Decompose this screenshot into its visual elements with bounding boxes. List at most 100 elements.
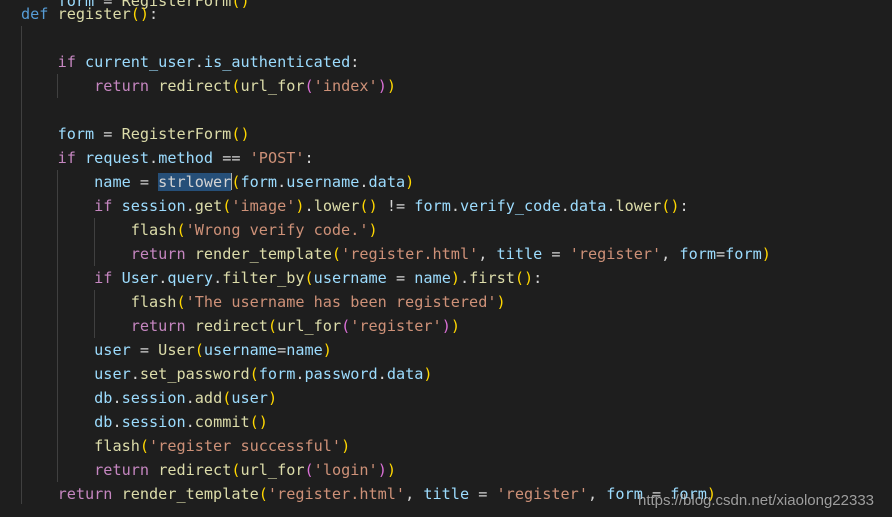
code-line[interactable]: return redirect(url_for('login')) bbox=[21, 458, 396, 482]
code-token: ) bbox=[341, 437, 351, 455]
code-token: () bbox=[661, 197, 680, 215]
code-token: . bbox=[295, 365, 305, 383]
code-token: lower bbox=[615, 197, 662, 215]
code-token: ( bbox=[139, 437, 150, 455]
code-token: 'register' bbox=[350, 317, 442, 335]
code-token: ) bbox=[423, 365, 433, 383]
code-token: () bbox=[359, 197, 378, 215]
code-line[interactable]: return render_template('register.html', … bbox=[21, 242, 771, 266]
code-token: 'register.html' bbox=[341, 245, 479, 263]
code-line[interactable]: user.set_password(form.password.data) bbox=[21, 362, 433, 386]
code-token: , bbox=[661, 245, 680, 263]
code-token: ) bbox=[761, 245, 771, 263]
code-token: ( bbox=[304, 269, 314, 287]
code-token: 'register' bbox=[569, 245, 662, 263]
code-line[interactable]: return render_template('register.html', … bbox=[21, 482, 716, 506]
code-token: user bbox=[231, 389, 268, 407]
code-token: : bbox=[149, 5, 159, 23]
code-token: title bbox=[496, 245, 543, 263]
code-token: = bbox=[542, 245, 570, 263]
code-token: data bbox=[569, 197, 607, 215]
code-token: 'Wrong verify code.' bbox=[185, 221, 369, 239]
code-token: db bbox=[94, 389, 113, 407]
code-editor[interactable]: form = RegisterForm() def register(): if … bbox=[0, 0, 892, 517]
code-token: , bbox=[587, 485, 607, 503]
code-line[interactable]: if session.get('image').lower() != form.… bbox=[21, 194, 689, 218]
code-token: first bbox=[469, 269, 515, 287]
code-token: = bbox=[277, 341, 287, 359]
code-line[interactable]: if request.method == 'POST': bbox=[21, 146, 314, 170]
code-token: ) bbox=[377, 77, 387, 95]
code-token: return bbox=[130, 317, 186, 335]
code-token: if bbox=[57, 149, 76, 167]
code-token: . bbox=[460, 269, 470, 287]
code-token: ) bbox=[450, 269, 460, 287]
code-token: ) bbox=[377, 461, 387, 479]
indent-guide bbox=[57, 170, 58, 482]
code-token: db bbox=[94, 413, 113, 431]
code-token: name bbox=[94, 173, 131, 191]
code-token: . bbox=[112, 413, 122, 431]
code-line[interactable]: if User.query.filter_by(username = name)… bbox=[21, 266, 542, 290]
code-line[interactable]: form = RegisterForm() bbox=[21, 122, 250, 146]
code-token: form bbox=[606, 485, 643, 503]
code-token: : bbox=[533, 269, 543, 287]
code-token: form bbox=[57, 125, 95, 143]
code-token: username bbox=[203, 341, 278, 359]
code-token: commit bbox=[194, 413, 250, 431]
code-token: method bbox=[158, 149, 214, 167]
code-token: . bbox=[185, 389, 195, 407]
code-token: current_user bbox=[85, 53, 195, 71]
code-token: . bbox=[185, 413, 195, 431]
code-token: . bbox=[130, 365, 140, 383]
code-token: ( bbox=[258, 485, 268, 503]
code-token: form bbox=[258, 365, 296, 383]
code-line[interactable]: db.session.commit() bbox=[21, 410, 268, 434]
code-token: . bbox=[185, 197, 195, 215]
code-token: form bbox=[679, 245, 716, 263]
code-token: 'POST' bbox=[249, 149, 305, 167]
code-token: redirect bbox=[158, 461, 232, 479]
code-token: = bbox=[130, 173, 159, 191]
code-line[interactable]: def register(): bbox=[21, 2, 158, 26]
code-line[interactable]: db.session.add(user) bbox=[21, 386, 277, 410]
selected-text[interactable]: strlower bbox=[158, 173, 232, 191]
code-token: session bbox=[121, 197, 186, 215]
code-token: ) bbox=[450, 317, 460, 335]
code-token: ( bbox=[331, 245, 342, 263]
code-line[interactable]: return redirect(url_for('register')) bbox=[21, 314, 460, 338]
code-token: redirect bbox=[194, 317, 268, 335]
code-token: : bbox=[679, 197, 689, 215]
code-text-area[interactable]: form = RegisterForm() def register(): if … bbox=[0, 0, 892, 517]
code-token: data bbox=[386, 365, 424, 383]
code-token: . bbox=[359, 173, 369, 191]
code-line[interactable]: flash('Wrong verify code.') bbox=[21, 218, 378, 242]
code-token: ) bbox=[322, 341, 332, 359]
code-line[interactable]: user = User(username=name) bbox=[21, 338, 332, 362]
code-line[interactable]: flash('register successful') bbox=[21, 434, 350, 458]
code-token: . bbox=[158, 269, 168, 287]
code-token: ( bbox=[304, 77, 314, 95]
code-token: ( bbox=[231, 461, 241, 479]
code-token: = bbox=[130, 341, 159, 359]
code-token: = bbox=[386, 269, 415, 287]
code-line[interactable]: return redirect(url_for('index')) bbox=[21, 74, 396, 98]
code-line[interactable]: if current_user.is_authenticated: bbox=[21, 50, 360, 74]
code-token: . bbox=[194, 53, 204, 71]
code-token: if bbox=[94, 197, 113, 215]
code-token: password bbox=[304, 365, 378, 383]
code-token: 'index' bbox=[313, 77, 378, 95]
code-token: filter_by bbox=[222, 269, 305, 287]
code-token: = bbox=[642, 485, 671, 503]
code-line[interactable]: name = strlower(form.username.data) bbox=[21, 170, 414, 194]
indent-guide bbox=[94, 218, 95, 266]
